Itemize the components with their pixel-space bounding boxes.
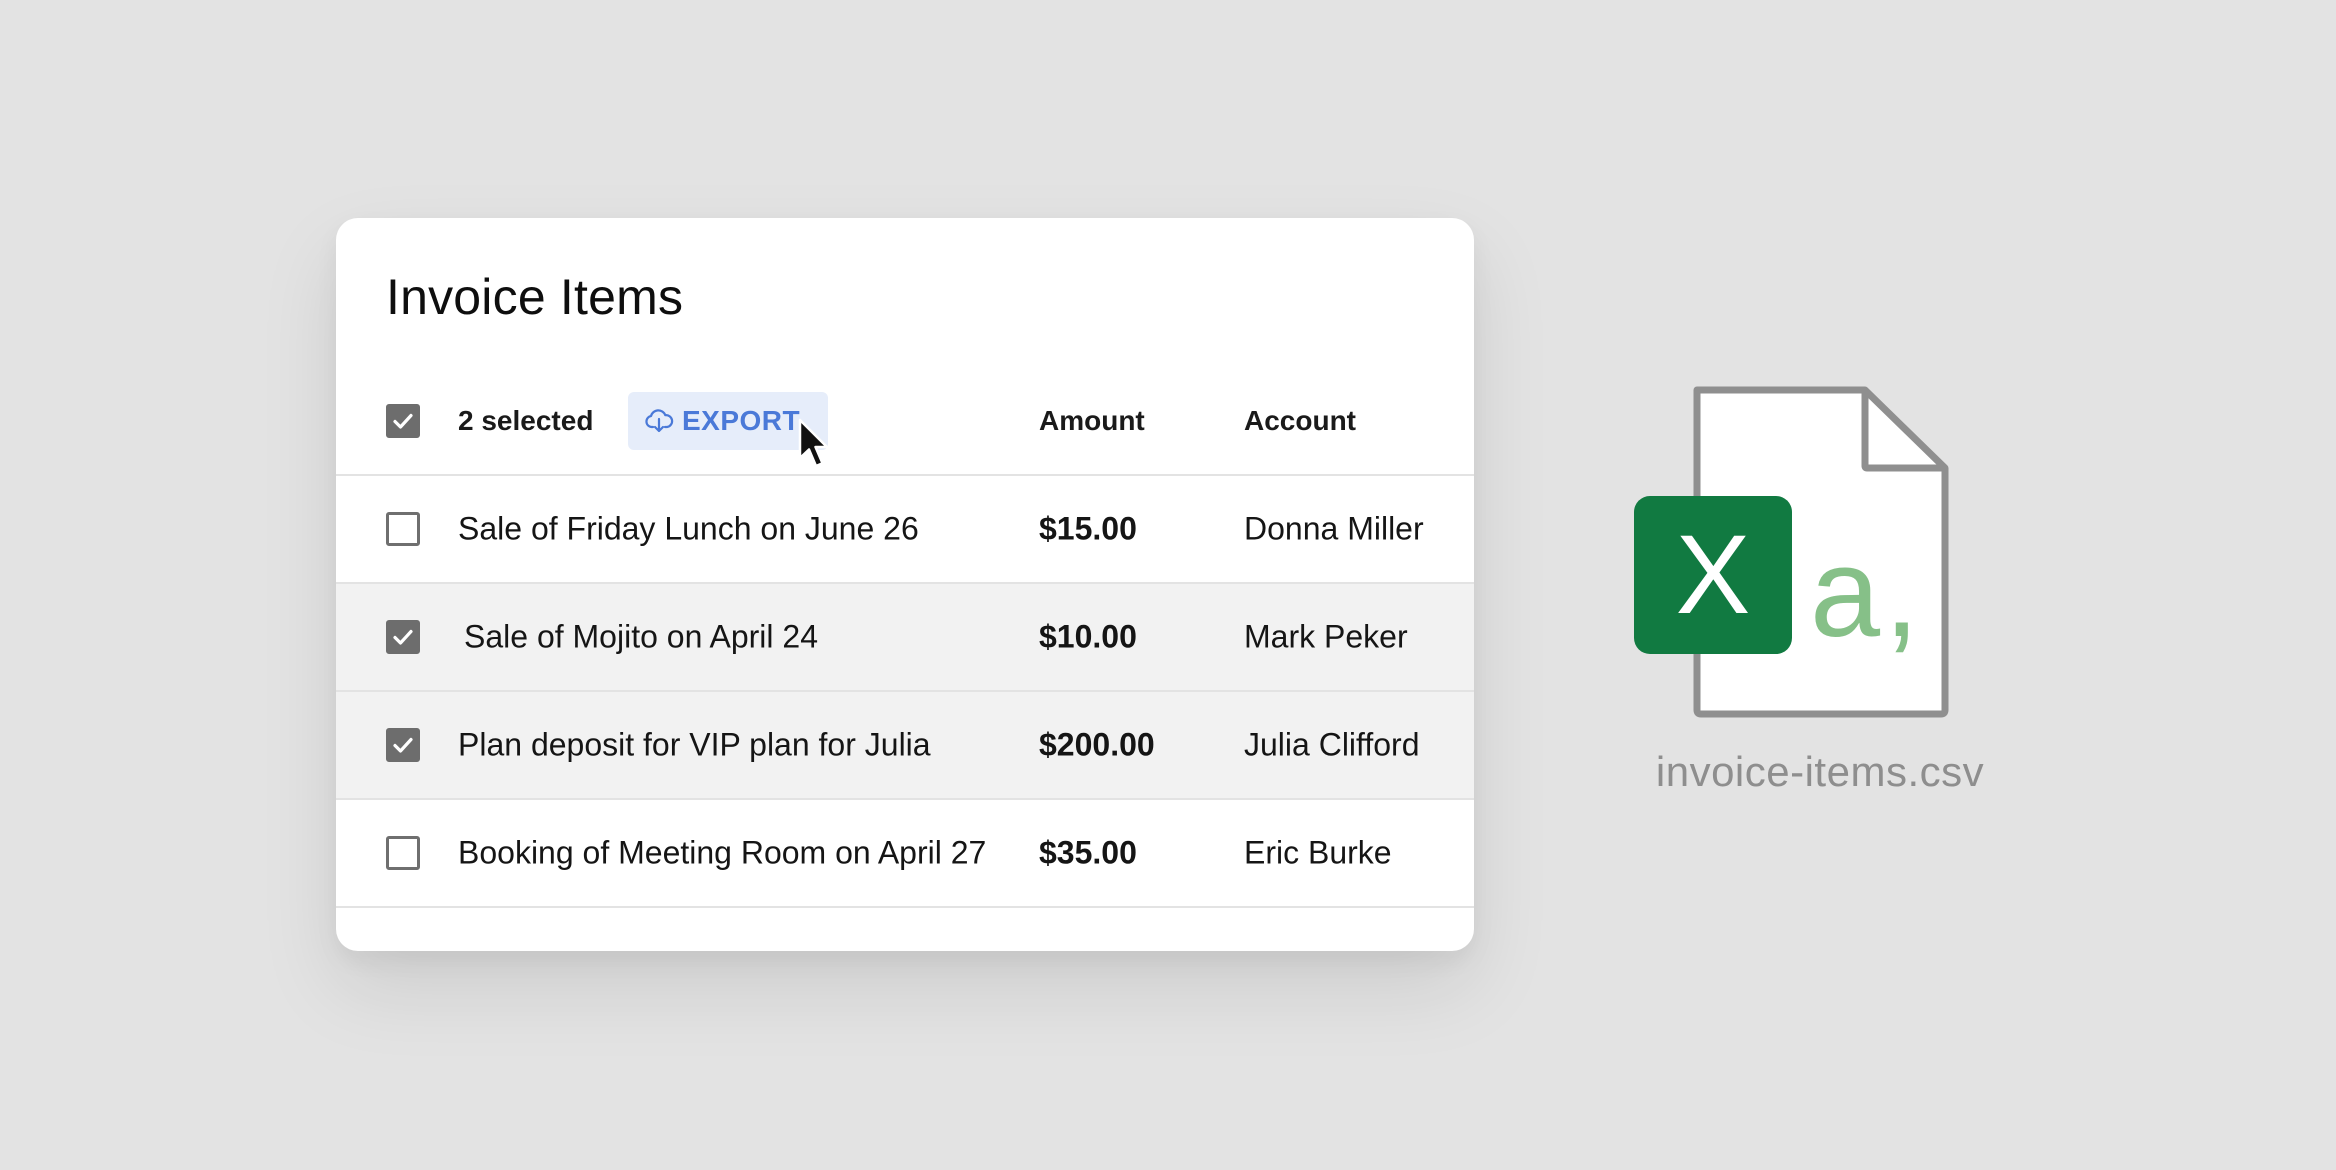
card-title: Invoice Items [386,269,684,325]
checkmark-icon [393,629,413,645]
column-header-amount[interactable]: Amount [1039,405,1145,437]
table-header: 2 selected EXPORT Amount Account [336,368,1474,476]
select-all-checkbox[interactable] [386,404,420,438]
row-description: Plan deposit for VIP plan for Julia [458,726,931,763]
table-row[interactable]: Plan deposit for VIP plan for Julia $200… [336,692,1474,800]
row-description: Sale of Friday Lunch on June 26 [458,510,919,547]
row-amount: $35.00 [1039,834,1137,871]
row-account: Donna Miller [1244,510,1424,547]
row-account: Mark Peker [1244,618,1408,655]
row-checkbox[interactable] [386,620,420,654]
csv-glyph: a, [1810,522,1924,663]
row-description: Sale of Mojito on April 24 [464,618,818,655]
row-checkbox[interactable] [386,512,420,546]
row-description: Booking of Meeting Room on April 27 [458,834,987,871]
row-amount: $200.00 [1039,726,1155,763]
row-amount: $10.00 [1039,618,1137,655]
invoice-items-card: Invoice Items 2 selected EXPORT Amount A… [336,218,1474,951]
excel-badge-letter: X [1675,512,1751,637]
row-account: Julia Clifford [1244,726,1420,763]
checkmark-icon [393,737,413,753]
file-name: invoice-items.csv [1655,748,1985,795]
cloud-download-icon [645,409,674,433]
selected-count: 2 selected [458,405,594,436]
row-account: Eric Burke [1244,834,1392,871]
row-amount: $15.00 [1039,510,1137,547]
table-row[interactable]: Sale of Friday Lunch on June 26 $15.00 D… [336,476,1474,584]
row-checkbox[interactable] [386,836,420,870]
column-header-account[interactable]: Account [1244,405,1356,437]
mouse-pointer-icon [798,418,829,468]
table-row[interactable]: Sale of Mojito on April 24 $10.00 Mark P… [336,584,1474,692]
checkmark-icon [393,413,413,429]
export-label: EXPORT [682,405,801,436]
csv-file-illustration: X a, [1630,380,1980,730]
row-checkbox[interactable] [386,728,420,762]
table-row[interactable]: Booking of Meeting Room on April 27 $35.… [336,800,1474,908]
